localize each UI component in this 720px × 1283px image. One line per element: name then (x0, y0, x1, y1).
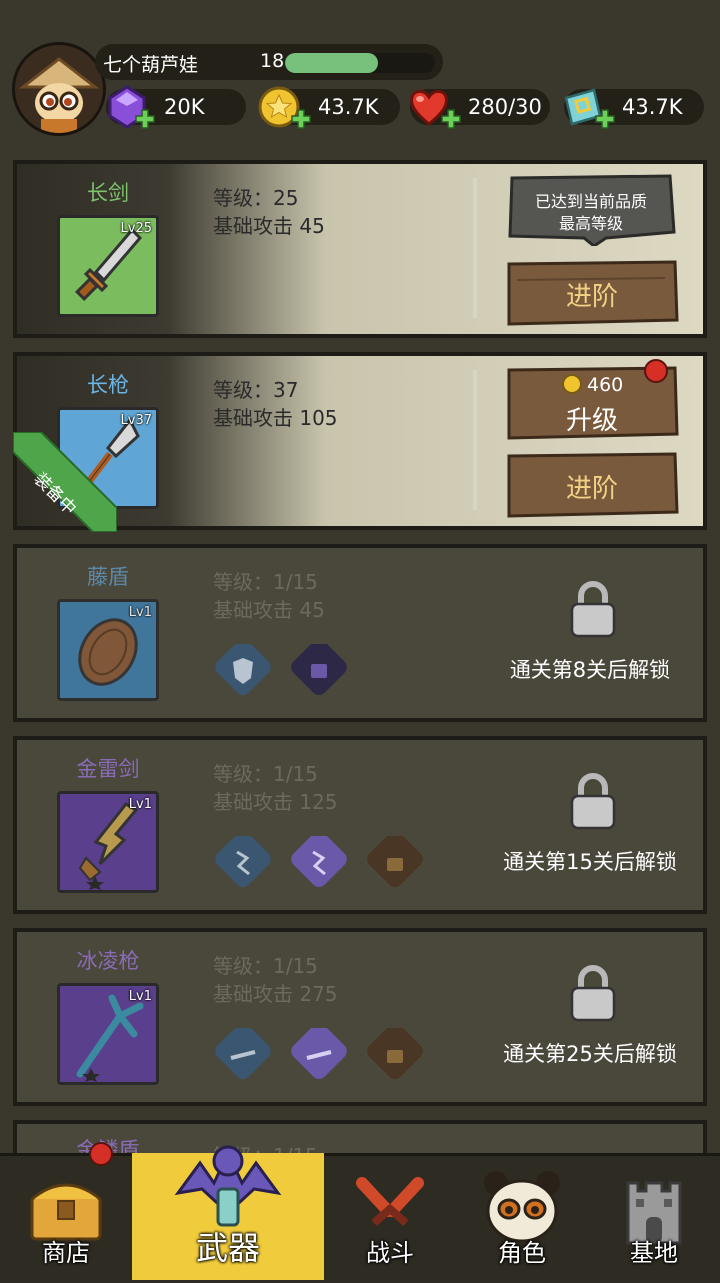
coins-value: 43.7K (318, 95, 379, 119)
tab-weapons[interactable]: 武器 (132, 1145, 324, 1280)
weapon-level: 等级：1/15 (213, 762, 318, 786)
weapon-card-long-sword[interactable]: 长剑 Lv25 等级：25 基础攻击 45 已达到当前品质 最高等级 进阶 (13, 160, 707, 338)
add-gems-button[interactable] (134, 108, 156, 130)
stamina-value: 280/30 (468, 95, 542, 119)
weapon-level: 等级：37 (213, 378, 299, 402)
weapon-card-thunder-sword[interactable]: 金雷剑 Lv1 等级：1/15 基础攻击 125 通关第15关后解锁 (13, 736, 707, 914)
unlock-requirement: 通关第25关后解锁 (503, 1042, 677, 1066)
weapon-slot[interactable]: Lv1 (57, 983, 159, 1085)
coin-icon (562, 374, 582, 394)
weapon-attack: 基础攻击 45 (213, 598, 325, 622)
weapon-card-ice-spear[interactable]: 冰凌枪 Lv1 等级：1/15 基础攻击 275 通关第25关后解锁 (13, 928, 707, 1106)
advance-label: 进阶 (565, 282, 618, 312)
unlock-requirement: 通关第8关后解锁 (509, 658, 671, 682)
player-name: 七个葫芦娃 (103, 54, 199, 76)
weapon-level: 等级：25 (213, 186, 299, 210)
weapon-attack: 基础攻击 45 (213, 214, 325, 238)
upgrade-cost: 460 (587, 374, 624, 396)
player-avatar[interactable] (12, 42, 106, 136)
tab-shop-label: 商店 (42, 1239, 90, 1267)
weapon-level-tag: Lv37 (120, 413, 152, 428)
add-coins-button[interactable] (290, 108, 312, 130)
skill-icons (215, 836, 423, 887)
skill-icons (215, 644, 347, 695)
notification-dot (644, 359, 668, 383)
tab-battle[interactable]: 战斗 (324, 1153, 456, 1280)
tab-base-label: 基地 (630, 1239, 678, 1267)
weapon-level-tag: Lv1 (128, 989, 152, 1004)
advance-button[interactable]: 进阶 (505, 452, 679, 518)
advance-label: 进阶 (565, 474, 618, 504)
weapon-level: 等级：1/15 (213, 570, 318, 594)
weapon-card-rattan-shield[interactable]: 藤盾 Lv1 等级：1/15 基础攻击 45 通关第8关后解锁 (13, 544, 707, 722)
weapon-name: 金雷剑 (76, 757, 140, 781)
max-level-sign: 已达到当前品质 最高等级 (506, 174, 676, 246)
weapons-screen: 七个葫芦娃 18 20K 43.7K 280/30 43.7K 长剑 Lv25 … (0, 0, 720, 1283)
upgrade-label: 升级 (565, 406, 618, 436)
gems-value: 20K (164, 95, 205, 119)
divider (473, 370, 477, 510)
divider (473, 178, 477, 318)
weapon-attack: 基础攻击 125 (213, 790, 338, 814)
advance-button[interactable]: 进阶 (505, 260, 679, 326)
weapon-level-tag: Lv1 (128, 605, 152, 620)
tickets-value: 43.7K (622, 95, 683, 119)
lock-icon (570, 965, 616, 1022)
weapon-attack: 基础攻击 105 (213, 406, 338, 430)
tab-character-label: 角色 (498, 1239, 546, 1267)
add-tickets-button[interactable] (594, 108, 616, 130)
tab-weapons-label: 武器 (195, 1229, 260, 1267)
lock-icon (570, 773, 616, 830)
weapon-slot[interactable]: Lv1 (57, 791, 159, 893)
xp-bar-fill (285, 53, 378, 73)
tab-character[interactable]: 角色 (456, 1153, 588, 1280)
weapon-name: 长枪 (87, 373, 129, 397)
tab-shop[interactable]: 商店 (0, 1142, 132, 1280)
lock-icon (570, 581, 616, 638)
weapon-level-tag: Lv25 (120, 221, 152, 236)
xp-bar (285, 53, 435, 73)
weapon-level-tag: Lv1 (128, 797, 152, 812)
weapon-name: 长剑 (87, 181, 129, 205)
unlock-requirement: 通关第15关后解锁 (503, 850, 677, 874)
weapon-guardian-icon (174, 1145, 282, 1227)
weapon-attack: 基础攻击 275 (213, 982, 338, 1006)
skill-icons (215, 1028, 423, 1079)
max-level-line2: 最高等级 (558, 214, 623, 233)
tab-battle-label: 战斗 (366, 1239, 414, 1267)
add-stamina-button[interactable] (440, 108, 462, 130)
notification-dot (89, 1142, 113, 1166)
weapon-name: 藤盾 (87, 565, 129, 589)
weapon-card-long-spear[interactable]: 长枪 Lv37 装备中 等级：37 基础攻击 105 460 升级 进阶 (13, 352, 707, 532)
player-level: 18 (260, 50, 285, 72)
straw-hat-hero-icon (15, 45, 103, 133)
max-level-line1: 已达到当前品质 (534, 192, 647, 211)
weapon-name: 冰凌枪 (76, 949, 140, 973)
tab-base[interactable]: 基地 (588, 1153, 720, 1280)
weapon-slot[interactable]: Lv1 (57, 599, 159, 701)
weapon-slot[interactable]: Lv25 (57, 215, 159, 317)
weapon-level: 等级：1/15 (213, 954, 318, 978)
